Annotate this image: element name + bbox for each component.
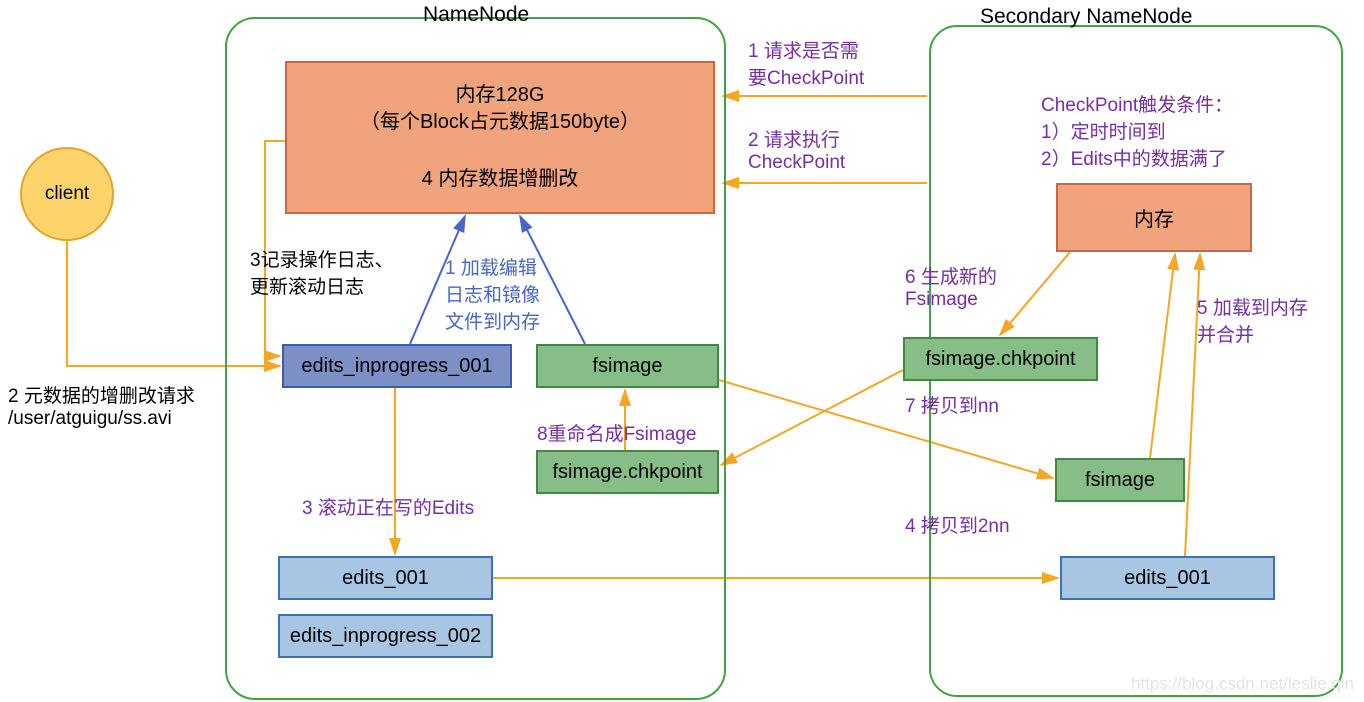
label-ask-2: 2 请求执行 CheckPoint <box>748 125 845 174</box>
edits-001-nn: edits_001 <box>278 556 493 600</box>
label-load-5: 5 加载到内存 并合并 <box>1197 293 1308 347</box>
label-roll-3: 3 滚动正在写的Edits <box>302 493 474 520</box>
client-node: client <box>20 147 114 241</box>
edits-inprogress-002: edits_inprogress_002 <box>278 614 493 658</box>
label-log-3: 3记录操作日志、 更新滚动日志 <box>250 245 394 299</box>
label-copy-4: 4 拷贝到2nn <box>905 511 1010 538</box>
edits-001-snn: edits_001 <box>1060 556 1275 600</box>
mem-line1: 内存128G <box>456 82 545 109</box>
namenode-memory-box: 内存128G （每个Block占元数据150byte） 4 内存数据增删改 <box>285 61 715 214</box>
label-rename-8: 8重命名成Fsimage <box>537 419 696 446</box>
namenode-title: NameNode <box>423 3 529 27</box>
watermark: https://blog.csdn.net/leslie.qin <box>1131 674 1354 694</box>
label-ask-1: 1 请求是否需 要CheckPoint <box>748 36 864 90</box>
snn-memory-box: 内存 <box>1056 183 1252 252</box>
fsimage-nn: fsimage <box>536 344 719 388</box>
secondary-namenode-title: Secondary NameNode <box>980 5 1192 29</box>
fsimage-chkpoint-snn: fsimage.chkpoint <box>903 337 1098 381</box>
fsimage-snn: fsimage <box>1055 458 1185 502</box>
label-copy-7: 7 拷贝到nn <box>905 391 999 418</box>
label-gen-6: 6 生成新的 Fsimage <box>905 262 997 311</box>
label-checkpoint-conditions: CheckPoint触发条件： 1）定时时间到 2）Edits中的数据满了 <box>1041 90 1233 171</box>
label-request-2: 2 元数据的增删改请求 /user/atguigu/ss.avi <box>8 381 195 430</box>
edits-inprogress-001: edits_inprogress_001 <box>282 344 512 388</box>
label-load-1: 1 加载编辑 日志和镜像 文件到内存 <box>445 253 540 334</box>
mem-line3: 4 内存数据增删改 <box>422 166 579 193</box>
mem-line2: （每个Block占元数据150byte） <box>360 109 640 136</box>
fsimage-chkpoint-nn: fsimage.chkpoint <box>536 450 719 494</box>
